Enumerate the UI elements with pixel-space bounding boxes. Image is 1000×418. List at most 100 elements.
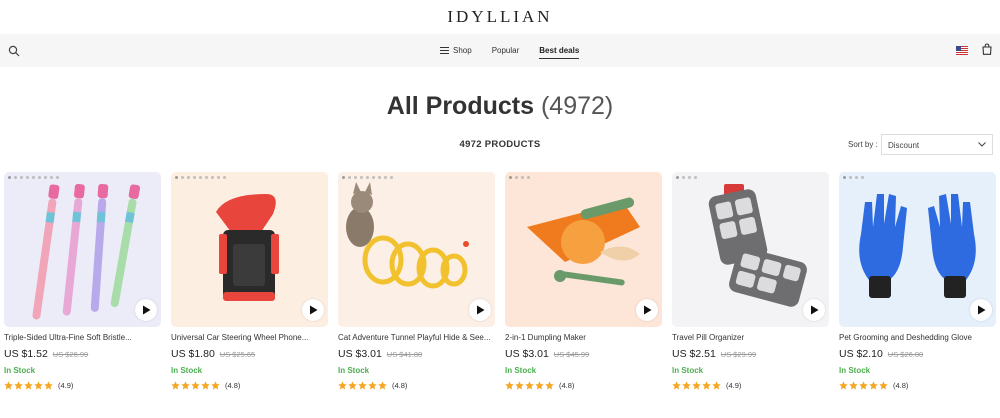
star-icon <box>859 381 868 390</box>
star-rating-icons <box>4 381 53 390</box>
product-old-price: US $29.99 <box>720 350 757 359</box>
play-video-button[interactable] <box>302 299 324 321</box>
play-video-button[interactable] <box>803 299 825 321</box>
product-title[interactable]: Universal Car Steering Wheel Phone... <box>171 333 328 342</box>
star-icon <box>24 381 33 390</box>
star-icon <box>14 381 23 390</box>
sort-label: Sort by : <box>848 140 878 149</box>
play-icon <box>978 305 986 315</box>
product-price: US $2.51 <box>672 348 716 360</box>
star-icon <box>505 381 514 390</box>
product-prices: US $1.52 US $26.99 <box>4 348 161 360</box>
star-rating-icons <box>505 381 554 390</box>
product-prices: US $2.51 US $29.99 <box>672 348 829 360</box>
product-price: US $3.01 <box>338 348 382 360</box>
star-icon <box>839 381 848 390</box>
rating-value: (4.9) <box>726 381 742 390</box>
star-icon <box>171 381 180 390</box>
product-title[interactable]: Triple-Sided Ultra-Fine Soft Bristle... <box>4 333 161 342</box>
stock-status: In Stock <box>4 366 36 375</box>
product-prices: US $3.01 US $41.80 <box>338 348 495 360</box>
stock-status: In Stock <box>672 366 704 375</box>
star-rating-icons <box>338 381 387 390</box>
page-title: All Products (4972) <box>0 92 1000 121</box>
carousel-dots[interactable] <box>676 176 697 179</box>
stock-status: In Stock <box>505 366 537 375</box>
play-video-button[interactable] <box>636 299 658 321</box>
star-icon <box>34 381 43 390</box>
product-title[interactable]: Pet Grooming and Deshedding Glove <box>839 333 996 342</box>
nav-best-deals[interactable]: Best deals <box>539 34 580 67</box>
product-card[interactable]: Pet Grooming and Deshedding Glove US $2.… <box>839 172 996 390</box>
nav-shop[interactable]: Shop <box>440 34 472 67</box>
product-old-price: US $45.99 <box>553 350 590 359</box>
product-old-price: US $41.80 <box>386 350 423 359</box>
star-icon <box>181 381 190 390</box>
rating-value: (4.8) <box>893 381 909 390</box>
nav-popular[interactable]: Popular <box>492 34 520 67</box>
product-image[interactable] <box>171 172 328 327</box>
star-icon <box>692 381 701 390</box>
star-icon <box>535 381 544 390</box>
product-price: US $1.52 <box>4 348 48 360</box>
product-card[interactable]: Travel Pill Organizer US $2.51 US $29.99… <box>672 172 829 390</box>
search-icon[interactable] <box>8 45 20 57</box>
product-price: US $2.10 <box>839 348 883 360</box>
star-icon <box>44 381 53 390</box>
rating-value: (4.8) <box>392 381 408 390</box>
us-flag-icon[interactable] <box>956 46 968 55</box>
star-rating-icons <box>672 381 721 390</box>
carousel-dots[interactable] <box>843 176 864 179</box>
product-card[interactable]: Triple-Sided Ultra-Fine Soft Bristle... … <box>4 172 161 390</box>
nav-best-deals-label: Best deals <box>539 46 580 55</box>
star-icon <box>378 381 387 390</box>
brand-logo[interactable]: IDYLLIAN <box>447 7 552 27</box>
product-title[interactable]: Travel Pill Organizer <box>672 333 829 342</box>
shopping-bag-icon[interactable] <box>982 43 992 55</box>
star-icon <box>368 381 377 390</box>
carousel-dots[interactable] <box>8 176 59 179</box>
chevron-down-icon <box>978 142 986 147</box>
product-card[interactable]: Universal Car Steering Wheel Phone... US… <box>171 172 328 390</box>
product-title[interactable]: Cat Adventure Tunnel Playful Hide & See.… <box>338 333 495 342</box>
play-icon <box>811 305 819 315</box>
star-icon <box>712 381 721 390</box>
product-rating: (4.8) <box>839 381 996 390</box>
sort-selected-value: Discount <box>888 141 920 150</box>
page-title-text: All Products <box>386 92 535 120</box>
stock-status: In Stock <box>839 366 871 375</box>
star-icon <box>682 381 691 390</box>
star-icon <box>849 381 858 390</box>
carousel-dots[interactable] <box>175 176 226 179</box>
star-icon <box>211 381 220 390</box>
product-card[interactable]: 2-in-1 Dumpling Maker US $3.01 US $45.99… <box>505 172 662 390</box>
stock-status: In Stock <box>171 366 203 375</box>
product-prices: US $1.80 US $25.65 <box>171 348 328 360</box>
product-title[interactable]: 2-in-1 Dumpling Maker <box>505 333 662 342</box>
sort-select[interactable]: Discount <box>881 134 993 155</box>
star-icon <box>515 381 524 390</box>
play-video-button[interactable] <box>469 299 491 321</box>
play-icon <box>644 305 652 315</box>
star-icon <box>4 381 13 390</box>
main-nav: Shop Popular Best deals <box>440 34 580 67</box>
product-card[interactable]: Cat Adventure Tunnel Playful Hide & See.… <box>338 172 495 390</box>
play-video-button[interactable] <box>135 299 157 321</box>
page-title-count: (4972) <box>540 92 614 120</box>
product-old-price: US $26.99 <box>52 350 89 359</box>
product-prices: US $3.01 US $45.99 <box>505 348 662 360</box>
product-price: US $3.01 <box>505 348 549 360</box>
carousel-dots[interactable] <box>509 176 530 179</box>
product-image[interactable] <box>672 172 829 327</box>
product-image[interactable] <box>338 172 495 327</box>
product-image[interactable] <box>505 172 662 327</box>
star-icon <box>879 381 888 390</box>
play-video-button[interactable] <box>970 299 992 321</box>
carousel-dots[interactable] <box>342 176 393 179</box>
product-rating: (4.9) <box>672 381 829 390</box>
product-image[interactable] <box>4 172 161 327</box>
product-image[interactable] <box>839 172 996 327</box>
product-rating: (4.8) <box>338 381 495 390</box>
star-icon <box>545 381 554 390</box>
menu-icon <box>440 47 449 54</box>
